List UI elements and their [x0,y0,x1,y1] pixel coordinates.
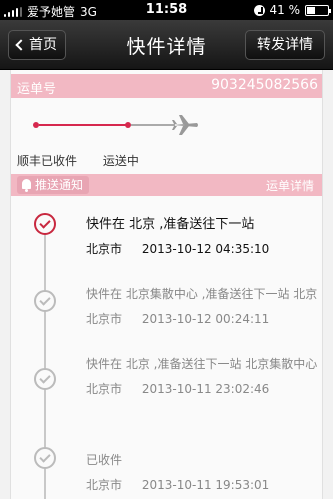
event-datetime: 2013-10-11 23:02:46 [141,382,270,396]
event-meta: 北京市 2013-10-11 19:53:01 [86,477,321,494]
battery-percent: 41 % [269,3,301,17]
battery-icon [305,4,331,16]
battery-fill [307,6,315,14]
event-city: 北京市 [86,312,123,326]
stage-received: 顺丰已收件 [17,154,78,168]
event-datetime: 2013-10-12 04:35:10 [141,242,270,256]
route-progress [11,110,322,140]
timeline-entry: 快件在 北京集散中心 ,准备送往下一站 北京 北京市 2013-10-12 00… [86,286,321,328]
waybill-number: 903245082566 [211,77,318,93]
timeline-node [34,447,56,469]
event-datetime: 2013-10-12 00:24:11 [141,312,270,326]
check-icon [39,372,51,384]
timeline-node [34,368,56,390]
event-message: 已收件 [86,453,123,467]
status-bar: 爱予她管 3G 11:58 41 % [0,0,333,20]
stage-in-transit: 运送中 [102,154,139,168]
event-city: 北京市 [86,382,123,396]
waybill-detail-link[interactable]: 运单详情 [266,177,314,194]
event-message: 快件在 北京 ,准备送往下一站 [86,217,255,232]
progress-line [39,124,126,126]
push-notification-tag[interactable]: 推送通知 [17,176,90,194]
check-icon [39,294,51,306]
bell-icon [22,179,31,192]
remaining-line [131,124,175,126]
airplane-icon [172,115,198,135]
check-icon [39,451,51,463]
event-message: 快件在 北京集散中心 ,准备送往下一站 北京 [86,287,318,301]
timeline-node [34,290,56,312]
push-bar: 推送通知 运单详情 [11,174,322,196]
event-meta: 北京市 2013-10-12 04:35:10 [86,241,321,258]
event-datetime: 2013-10-11 19:53:01 [141,478,270,492]
event-city: 北京市 [86,242,123,256]
stage-labels: 顺丰已收件 运送中 [17,152,161,169]
event-city: 北京市 [86,478,123,492]
push-tag-label: 推送通知 [35,178,84,192]
status-right: 41 % [253,3,331,17]
shipment-card: 运单号 903245082566 顺丰已收件 运送中 推送通知 运单详情 快件在… [10,70,323,499]
waybill-bar: 运单号 903245082566 [11,74,322,98]
event-meta: 北京市 2013-10-12 00:24:11 [86,311,321,328]
waybill-label: 运单号 [17,82,57,97]
event-meta: 北京市 2013-10-11 23:02:46 [86,381,321,398]
timeline-entry: 快件在 北京 ,准备送往下一站 北京市 2013-10-12 04:35:10 [86,216,321,258]
event-message: 快件在 北京 ,准备送往下一站 北京集散中心 [86,357,318,371]
navigation-bar: 首页 快件详情 转发详情 [0,20,333,70]
timeline-entry: 快件在 北京 ,准备送往下一站 北京集散中心 北京市 2013-10-11 23… [86,356,321,398]
forward-details-button[interactable]: 转发详情 [245,30,325,60]
rotation-lock-icon [253,4,265,16]
timeline-entry: 已收件 北京市 2013-10-11 19:53:01 [86,452,321,494]
timeline-node-current [34,213,56,235]
check-icon [39,217,51,229]
